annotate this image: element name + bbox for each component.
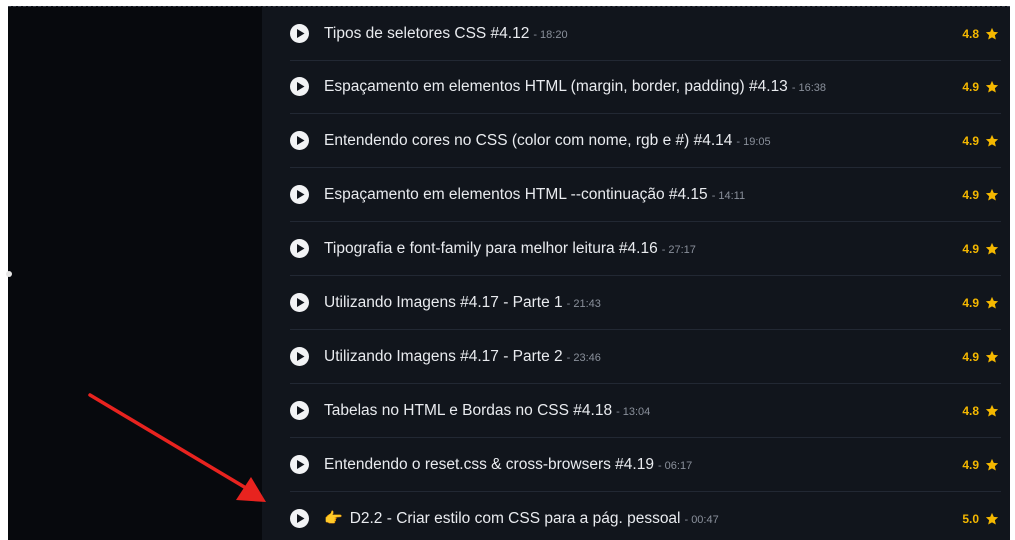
- play-circle-icon[interactable]: [290, 185, 309, 204]
- lesson-title: Utilizando Imagens #4.17 - Parte 1: [324, 293, 563, 311]
- lesson-title-group: Tipografia e font-family para melhor lei…: [324, 240, 954, 258]
- star-icon: [985, 27, 999, 41]
- star-icon: [985, 188, 999, 202]
- lesson-rating: 4.9: [962, 349, 979, 364]
- lesson-duration: 23:46: [573, 351, 601, 364]
- lesson-rating: 4.9: [962, 457, 979, 472]
- lesson-rating: 4.9: [962, 241, 979, 256]
- lesson-rating: 4.9: [962, 133, 979, 148]
- separator: -: [661, 243, 666, 256]
- lesson-item[interactable]: Tipografia e font-family para melhor lei…: [290, 222, 1001, 276]
- lesson-title-group: Espaçamento em elementos HTML --continua…: [324, 186, 954, 204]
- separator: -: [566, 351, 571, 364]
- lesson-duration: 27:17: [668, 243, 696, 256]
- lesson-rating: 4.8: [962, 403, 979, 418]
- separator: -: [791, 81, 796, 94]
- lesson-item[interactable]: Tabelas no HTML e Bordas no CSS #4.18-13…: [290, 384, 1001, 438]
- lesson-rating: 4.8: [962, 26, 979, 41]
- star-icon: [985, 242, 999, 256]
- lesson-title-group: 👉 D2.2 - Criar estilo com CSS para a pág.…: [324, 509, 954, 528]
- star-icon: [985, 512, 999, 526]
- lesson-duration: 00:47: [691, 514, 719, 526]
- lesson-duration: 13:04: [622, 405, 651, 418]
- lesson-title-group: Entendendo cores no CSS (color com nome,…: [324, 132, 954, 150]
- lesson-duration: 06:17: [664, 459, 693, 472]
- lesson-title: D2.2 - Criar estilo com CSS para a pág. …: [349, 510, 681, 527]
- lesson-item[interactable]: Entendendo cores no CSS (color com nome,…: [290, 114, 1001, 168]
- lesson-title: Utilizando Imagens #4.17 - Parte 2: [324, 347, 563, 365]
- lesson-duration: 21:43: [573, 297, 601, 310]
- video-area: [8, 7, 262, 540]
- play-circle-icon[interactable]: [290, 77, 309, 96]
- lesson-title-group: Utilizando Imagens #4.17 - Parte 2-23:46: [324, 348, 954, 366]
- lesson-item-current[interactable]: 👉 D2.2 - Criar estilo com CSS para a pág.…: [290, 492, 1001, 540]
- lesson-item[interactable]: Utilizando Imagens #4.17 - Parte 2-23:46…: [290, 330, 1001, 384]
- lesson-title-group: Tipos de seletores CSS #4.12-18:20: [324, 25, 954, 43]
- lesson-duration: 14:11: [718, 189, 746, 202]
- play-circle-icon[interactable]: [290, 455, 309, 474]
- lesson-rating: 4.9: [962, 79, 979, 94]
- pointing-hand-icon: 👉: [324, 510, 343, 527]
- star-icon: [985, 350, 999, 364]
- star-icon: [985, 134, 999, 148]
- lesson-title-group: Espaçamento em elementos HTML (margin, b…: [324, 78, 954, 96]
- lesson-title: Espaçamento em elementos HTML --continua…: [324, 185, 708, 203]
- separator: -: [566, 297, 571, 310]
- star-icon: [985, 80, 999, 94]
- separator: -: [736, 135, 741, 148]
- lesson-list: Tipos de seletores CSS #4.12-18:20 4.8 E…: [262, 7, 1010, 540]
- play-circle-icon[interactable]: [290, 293, 309, 312]
- scroll-handle-dot[interactable]: [6, 271, 12, 277]
- lesson-title: Tipos de seletores CSS #4.12: [324, 24, 530, 42]
- lesson-item[interactable]: Utilizando Imagens #4.17 - Parte 1-21:43…: [290, 276, 1001, 330]
- lesson-title-group: Utilizando Imagens #4.17 - Parte 1-21:43: [324, 294, 954, 312]
- lesson-rating: 4.9: [962, 295, 979, 310]
- lesson-title-group: Entendendo o reset.css & cross-browsers …: [324, 456, 954, 474]
- lesson-item[interactable]: Espaçamento em elementos HTML (margin, b…: [290, 60, 1001, 114]
- lesson-duration: 19:05: [743, 135, 771, 148]
- course-window: Tipos de seletores CSS #4.12-18:20 4.8 E…: [8, 6, 1010, 540]
- lesson-rating: 4.9: [962, 187, 979, 202]
- play-circle-icon[interactable]: [290, 239, 309, 258]
- lesson-title: Espaçamento em elementos HTML (margin, b…: [324, 77, 788, 95]
- lesson-title: Tabelas no HTML e Bordas no CSS #4.18: [324, 401, 613, 419]
- lesson-item[interactable]: Entendendo o reset.css & cross-browsers …: [290, 438, 1001, 492]
- lesson-duration: 18:20: [540, 28, 568, 41]
- lesson-title: Entendendo cores no CSS (color com nome,…: [324, 131, 733, 149]
- separator: -: [684, 514, 689, 526]
- star-icon: [985, 296, 999, 310]
- play-circle-icon[interactable]: [290, 401, 309, 420]
- star-icon: [985, 458, 999, 472]
- play-circle-icon[interactable]: [290, 347, 309, 366]
- separator: -: [616, 405, 620, 418]
- star-icon: [985, 404, 999, 418]
- play-circle-icon[interactable]: [290, 509, 309, 528]
- play-circle-icon[interactable]: [290, 24, 309, 43]
- lesson-title: Tipografia e font-family para melhor lei…: [324, 239, 658, 257]
- play-circle-icon[interactable]: [290, 131, 309, 150]
- separator: -: [533, 28, 538, 41]
- lesson-item[interactable]: Tipos de seletores CSS #4.12-18:20 4.8: [290, 7, 1001, 61]
- separator: -: [711, 189, 716, 202]
- lesson-duration: 16:38: [798, 81, 827, 94]
- lesson-title: Entendendo o reset.css & cross-browsers …: [324, 455, 654, 473]
- lesson-rating: 5.0: [962, 511, 979, 526]
- lesson-item[interactable]: Espaçamento em elementos HTML --continua…: [290, 168, 1001, 222]
- lesson-title-group: Tabelas no HTML e Bordas no CSS #4.18-13…: [324, 402, 954, 420]
- separator: -: [657, 459, 662, 472]
